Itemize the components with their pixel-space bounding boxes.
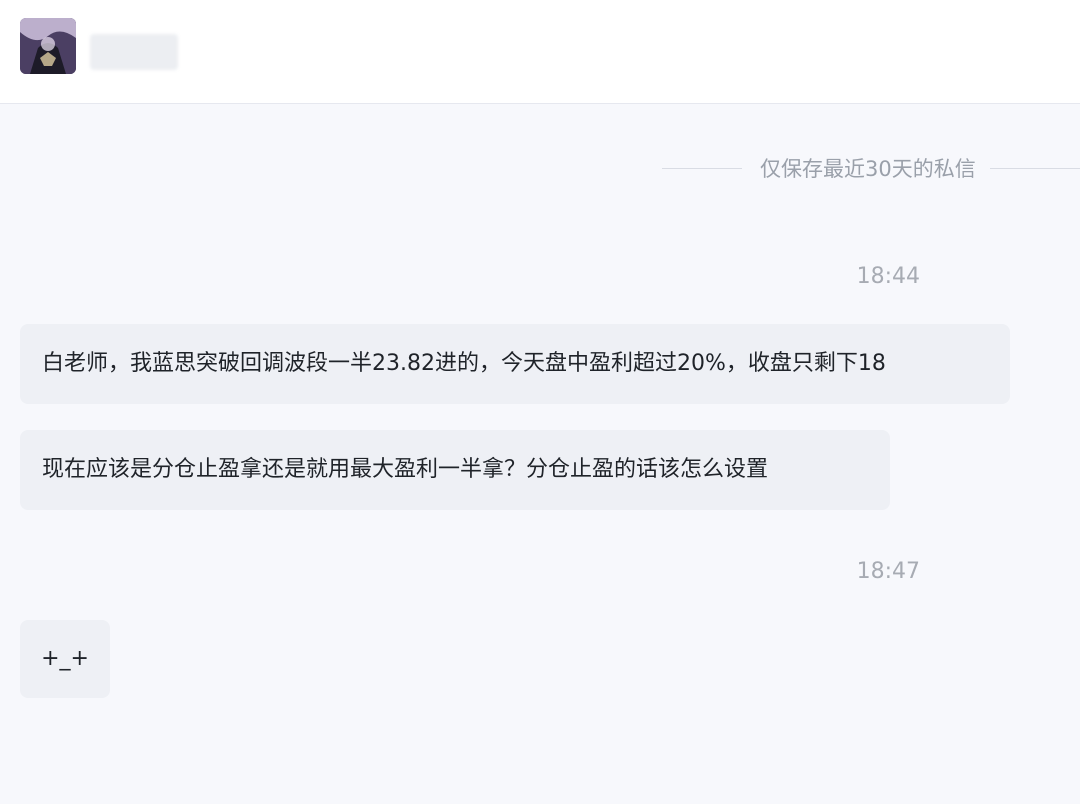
message-list[interactable]: 仅保存最近30天的私信 18:44 白老师，我蓝思突破回调波段一半23.82进的…	[0, 104, 1080, 804]
message-bubble[interactable]: 现在应该是分仓止盈拿还是就用最大盈利一半拿？分仓止盈的话该怎么设置	[20, 430, 890, 510]
message-text: +_+	[41, 646, 89, 671]
divider-line	[662, 167, 742, 169]
message-text: 现在应该是分仓止盈拿还是就用最大盈利一半拿？分仓止盈的话该怎么设置	[42, 457, 769, 482]
contact-name	[90, 34, 178, 70]
chat-header	[0, 0, 1080, 104]
avatar[interactable]	[20, 18, 76, 74]
retention-notice: 仅保存最近30天的私信	[662, 148, 1080, 188]
message-text: 白老师，我蓝思突破回调波段一半23.82进的，今天盘中盈利超过20%，收盘只剩下…	[42, 351, 886, 376]
notice-text: 仅保存最近30天的私信	[760, 157, 976, 181]
message-timestamp: 18:47	[856, 559, 920, 584]
avatar-image-icon	[20, 18, 76, 74]
message-bubble[interactable]: +_+	[20, 620, 110, 698]
message-timestamp: 18:44	[856, 264, 920, 289]
message-bubble[interactable]: 白老师，我蓝思突破回调波段一半23.82进的，今天盘中盈利超过20%，收盘只剩下…	[20, 324, 1010, 404]
divider-line	[989, 167, 1080, 169]
